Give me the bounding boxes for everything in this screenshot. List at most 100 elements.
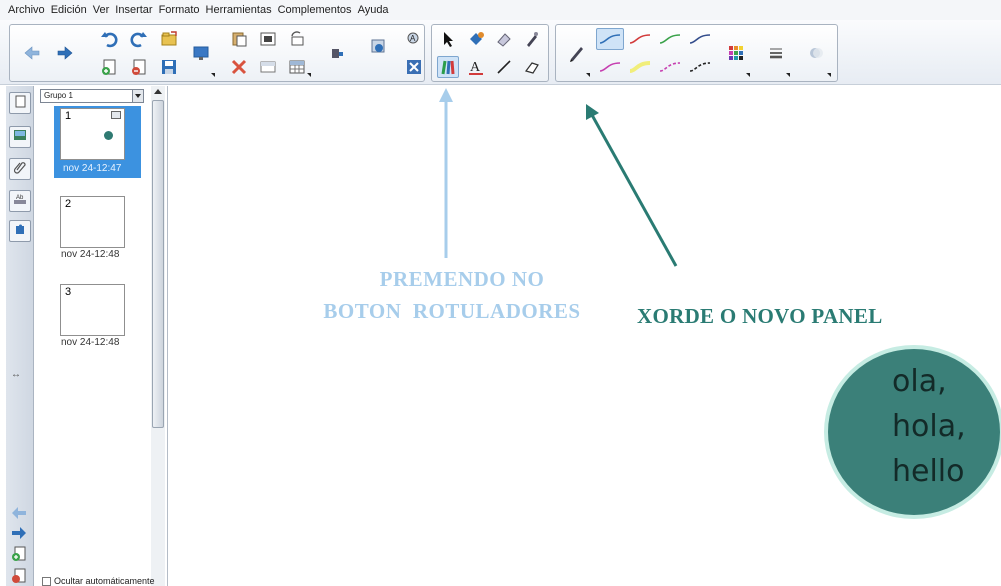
delete-page-icon[interactable] <box>128 56 150 78</box>
hide-checkbox-label: Ocultar automáticamente <box>54 576 155 586</box>
menu-complementos[interactable]: Complementos <box>275 4 355 16</box>
redo-icon[interactable] <box>128 28 150 50</box>
menu-ayuda[interactable]: Ayuda <box>355 4 392 16</box>
pen-style-magenta[interactable] <box>596 56 624 78</box>
remove-page-icon[interactable] <box>11 568 27 586</box>
tab-addons[interactable] <box>9 220 31 242</box>
group-select[interactable]: Grupo 1 <box>40 89 144 103</box>
save-icon[interactable] <box>158 56 180 78</box>
scroll-thumb[interactable] <box>152 100 164 428</box>
page-timestamp: nov 24-12:48 <box>61 249 120 260</box>
pen-style-dashed-black[interactable] <box>686 56 714 78</box>
sidebar-tabs: Ab ↔ <box>6 86 34 586</box>
line-icon[interactable] <box>493 56 515 78</box>
annotation-pens-button: PREMENDO NO BOTON ROTULADORES <box>282 263 622 327</box>
pens-icon[interactable] <box>437 56 459 78</box>
recognize-icon[interactable]: A <box>403 28 425 50</box>
page-number: 2 <box>65 198 72 210</box>
screen-icon[interactable] <box>190 42 212 64</box>
pen-style-green[interactable] <box>656 28 684 50</box>
color-dropdown-arrow[interactable] <box>746 73 750 77</box>
resize-handle-icon[interactable]: ↔ <box>11 369 21 380</box>
line-width-dropdown-arrow[interactable] <box>786 73 790 77</box>
page-thumbnail-2[interactable]: 2 nov 24-12:48 <box>54 194 141 264</box>
text-icon[interactable]: A <box>465 56 487 78</box>
menu-insertar[interactable]: Insertar <box>112 4 155 16</box>
page-preview: 1 <box>60 108 125 160</box>
tab-attachments[interactable] <box>9 158 31 180</box>
shape-icon[interactable] <box>521 56 543 78</box>
page-timestamp: nov 24-12:47 <box>63 163 122 174</box>
line-width-icon[interactable] <box>765 42 787 64</box>
page-number: 1 <box>65 110 72 122</box>
menu-archivo[interactable]: Archivo <box>5 4 48 16</box>
capture-icon[interactable] <box>367 35 389 57</box>
add-page-icon[interactable] <box>11 546 27 567</box>
pencil-dropdown-arrow[interactable] <box>586 73 590 77</box>
transparency-icon[interactable] <box>805 42 827 64</box>
toolbar-group-draw: A <box>431 24 549 82</box>
group-select-value: Grupo 1 <box>44 91 73 100</box>
rotate-icon[interactable] <box>286 28 308 50</box>
svg-text:Ab: Ab <box>16 195 24 201</box>
page-thumbnail-3[interactable]: 3 nov 24-12:48 <box>54 282 141 352</box>
chevron-down-icon <box>132 90 143 102</box>
menu-formato[interactable]: Formato <box>156 4 203 16</box>
open-folder-icon[interactable] <box>158 28 180 50</box>
hide-checkbox-row[interactable]: Ocultar automáticamente <box>42 576 155 586</box>
fill-icon[interactable] <box>465 28 487 50</box>
previous-page-icon[interactable] <box>11 506 27 525</box>
eraser-icon[interactable] <box>493 28 515 50</box>
puzzle-icon <box>13 222 27 241</box>
annotation-left-line2: BOTON ROTULADORES <box>323 299 581 323</box>
pen-style-red[interactable] <box>626 28 654 50</box>
menu-bar: Archivo Edición Ver Insertar Formato Her… <box>0 0 1001 20</box>
new-page-icon[interactable] <box>98 56 120 78</box>
pen-style-navy[interactable] <box>686 28 714 50</box>
table-icon[interactable] <box>286 56 308 78</box>
pen-style-yellow[interactable] <box>626 56 654 78</box>
tab-properties[interactable]: Ab <box>9 190 31 212</box>
magic-pen-icon[interactable] <box>521 28 543 50</box>
hide-checkbox[interactable] <box>42 576 51 586</box>
table-dropdown-arrow[interactable] <box>307 73 311 77</box>
scroll-up-icon[interactable] <box>154 89 162 94</box>
page-thumbnail-1[interactable]: 1 nov 24-12:47 <box>54 106 141 178</box>
color-palette-icon[interactable] <box>725 42 747 64</box>
page-menu-icon[interactable] <box>111 111 121 119</box>
back-arrow-icon[interactable] <box>21 42 43 64</box>
page-preview: 2 <box>60 196 125 248</box>
undo-icon[interactable] <box>98 28 120 50</box>
pen-style-blue[interactable] <box>596 28 624 50</box>
page-sorter-icon <box>13 94 27 113</box>
toolbar-group-main: A <box>9 24 425 82</box>
select-icon[interactable] <box>437 28 459 50</box>
image-icon[interactable] <box>257 28 279 50</box>
page-preview: 3 <box>60 284 125 336</box>
tab-page-sorter[interactable] <box>9 92 31 114</box>
close-box-icon[interactable] <box>403 56 425 78</box>
page-timestamp: nov 24-12:48 <box>61 337 120 348</box>
menu-herramientas[interactable]: Herramientas <box>203 4 275 16</box>
svg-text:A: A <box>470 60 481 75</box>
svg-text:A: A <box>410 34 416 43</box>
screen-dropdown-arrow[interactable] <box>211 73 215 77</box>
app-window: Archivo Edición Ver Insertar Formato Her… <box>0 0 1001 586</box>
paste-icon[interactable] <box>228 28 250 50</box>
annotation-new-panel: XORDE O NOVO PANEL <box>637 304 883 328</box>
pen-style-dashed-magenta[interactable] <box>656 56 684 78</box>
transparency-dropdown-arrow[interactable] <box>827 73 831 77</box>
pencil-icon[interactable] <box>566 42 588 64</box>
document-camera-icon[interactable] <box>326 42 348 64</box>
menu-edicion[interactable]: Edición <box>48 4 90 16</box>
delete-icon[interactable] <box>228 56 250 78</box>
properties-icon: Ab <box>13 192 27 211</box>
page-panel-scrollbar[interactable] <box>151 86 165 586</box>
reveal-icon[interactable] <box>257 56 279 78</box>
speech-bubble[interactable]: ola, hola, hello <box>824 345 1001 519</box>
next-page-icon[interactable] <box>11 526 27 545</box>
forward-arrow-icon[interactable] <box>54 42 76 64</box>
page-sorter-panel: Grupo 1 1 nov 24-12:47 2 nov 24-12:48 3 … <box>34 86 168 586</box>
menu-ver[interactable]: Ver <box>90 4 113 16</box>
tab-gallery[interactable] <box>9 126 31 148</box>
